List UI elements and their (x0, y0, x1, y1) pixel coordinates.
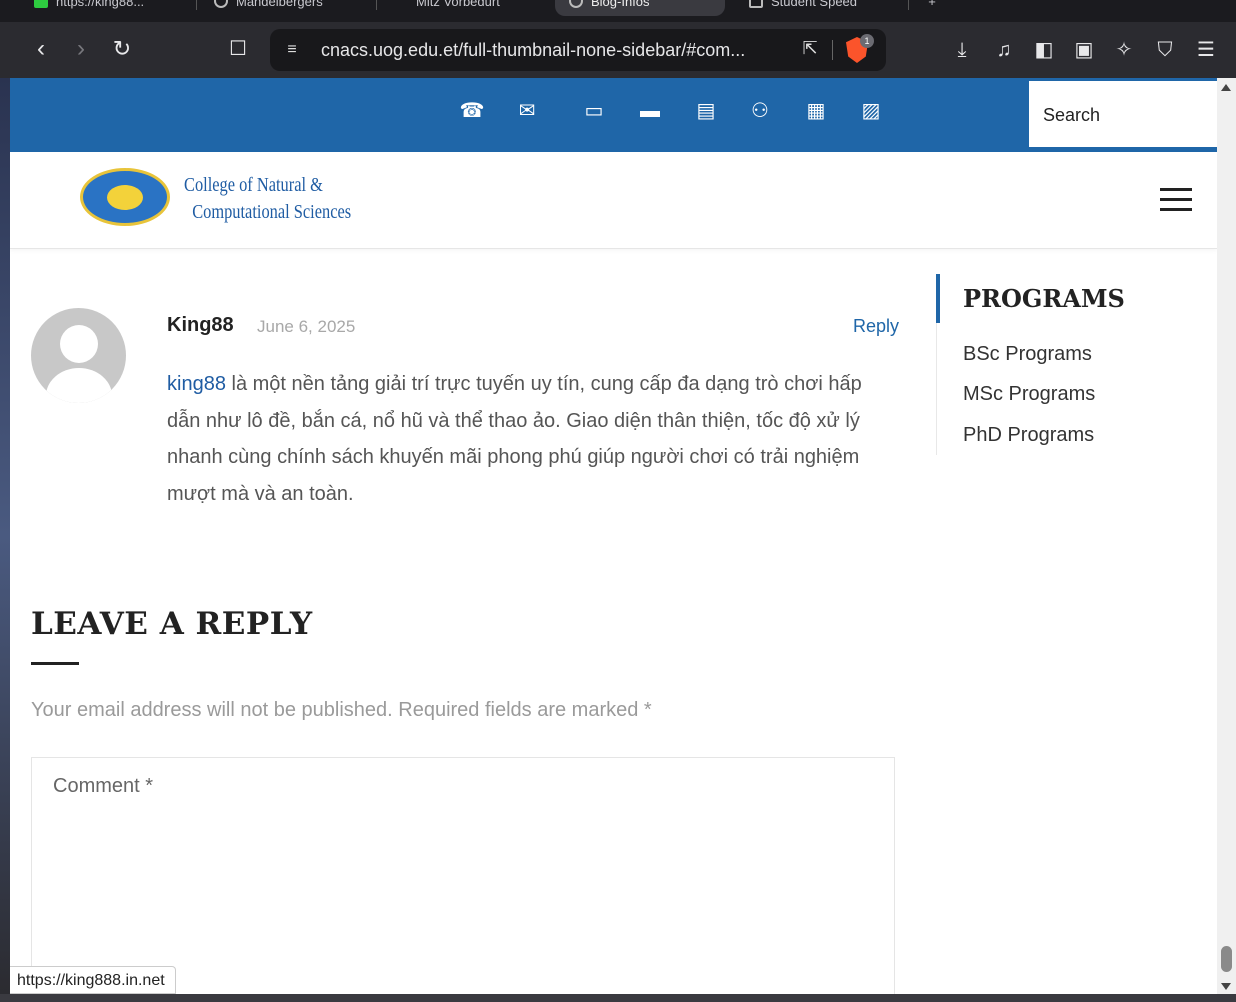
mail-check-icon[interactable]: ✉ (514, 98, 540, 124)
reload-icon[interactable]: ↻ (107, 34, 137, 64)
url-text[interactable]: cnacs.uog.edu.et/full-thumbnail-none-sid… (321, 40, 745, 61)
browser-tab[interactable]: Mitz Vorbedurt (380, 0, 550, 16)
sidebar-title: PROGRAMS (963, 284, 1125, 313)
comment-body: king88 là một nền tảng giải trí trực tuy… (167, 373, 862, 506)
site-topbar: ☎ ✉ ▭ ▬ ▤ ⚇ ▦ ▨ Search (10, 78, 1217, 152)
link-status-bubble: https://king888.in.net (10, 966, 176, 994)
comment-link[interactable]: king88 (167, 373, 226, 395)
scroll-down-icon[interactable] (1221, 983, 1231, 990)
address-bar[interactable]: ≡ cnacs.uog.edu.et/full-thumbnail-none-s… (270, 29, 886, 71)
scroll-up-icon[interactable] (1221, 84, 1231, 91)
leave-reply-title: LEAVE A REPLY (31, 606, 313, 642)
avatar (31, 308, 126, 403)
music-icon[interactable]: ♫ (990, 36, 1018, 64)
tab-favicon-icon (394, 0, 408, 8)
share-icon[interactable]: ⇱ (798, 38, 822, 62)
shield-count-badge: 1 (860, 34, 874, 48)
search-input[interactable]: Search (1029, 81, 1217, 149)
sidebar-toggle-icon[interactable]: ◧ (1030, 36, 1058, 64)
phone-icon[interactable]: ☎ (459, 98, 485, 124)
browser-tabstrip: https://king88... Mandelbergers Mitz Vor… (0, 0, 1236, 22)
new-tab-plus-icon[interactable]: + (912, 0, 952, 16)
college-name-logo[interactable]: College of Natural & Computational Scien… (184, 172, 351, 226)
title-underline (31, 662, 79, 665)
wallet-icon[interactable]: ▣ (1070, 36, 1098, 64)
id-card-icon[interactable]: ▬ (637, 98, 663, 124)
sidebar-item-bsc[interactable]: BSc Programs (963, 343, 1092, 366)
university-seal-logo[interactable] (80, 168, 170, 226)
vpn-shield-icon[interactable]: ⛉ (1151, 36, 1179, 64)
reply-link[interactable]: Reply (853, 316, 899, 337)
back-arrow-icon[interactable]: ‹ (26, 34, 56, 64)
sidebar-accent (936, 274, 940, 323)
calendar-icon[interactable]: ▦ (803, 98, 829, 124)
sidebar-item-msc[interactable]: MSc Programs (963, 383, 1095, 406)
sidebar-item-phd[interactable]: PhD Programs (963, 424, 1094, 447)
hamburger-menu-icon[interactable] (1160, 188, 1192, 212)
tab-favicon-icon (214, 0, 228, 8)
bookmark-icon[interactable]: ☐ (223, 34, 253, 64)
page-viewport: ☎ ✉ ▭ ▬ ▤ ⚇ ▦ ▨ Search College of Natura… (10, 78, 1217, 994)
chat-icon[interactable]: ▨ (858, 98, 884, 124)
site-settings-icon[interactable]: ≡ (282, 40, 302, 60)
comment-textarea[interactable]: Comment * (31, 757, 895, 994)
browser-tab[interactable]: Mandelbergers (200, 0, 370, 16)
menu-icon[interactable]: ☰ (1192, 36, 1220, 64)
scroll-thumb[interactable] (1221, 946, 1232, 972)
browser-toolbar: ‹ › ↻ ☐ ≡ cnacs.uog.edu.et/full-thumbnai… (0, 22, 1236, 78)
download-icon[interactable]: ⤓ (948, 36, 976, 64)
monitor-icon[interactable]: ▭ (581, 98, 607, 124)
tab-favicon-icon (749, 0, 763, 8)
tab-favicon-icon (569, 0, 583, 8)
comment-date[interactable]: June 6, 2025 (257, 317, 355, 337)
site-header: College of Natural & Computational Scien… (10, 152, 1217, 249)
leo-ai-icon[interactable]: ✧ (1110, 36, 1138, 64)
email-note: Your email address will not be published… (31, 699, 652, 721)
forward-arrow-icon[interactable]: › (66, 34, 96, 64)
page-scrollbar[interactable] (1217, 78, 1236, 994)
news-icon[interactable]: ▤ (693, 98, 719, 124)
browser-tab[interactable]: https://king88... (20, 0, 190, 16)
users-icon[interactable]: ⚇ (747, 98, 773, 124)
tab-favicon-icon (34, 0, 48, 8)
browser-tab[interactable]: Student Speed (735, 0, 905, 16)
browser-tab-active[interactable]: Blog-Infos (555, 0, 725, 16)
comment-author: King88 (167, 314, 234, 336)
